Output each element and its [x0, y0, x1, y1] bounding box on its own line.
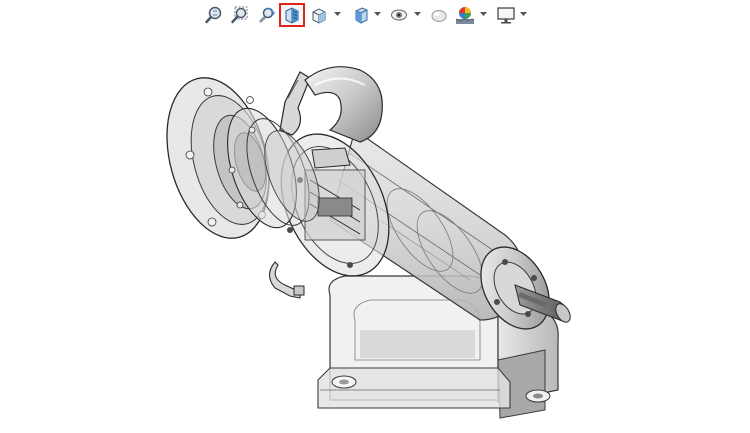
graphics-area[interactable]	[0, 30, 750, 433]
hide-show-dropdown[interactable]	[414, 9, 421, 19]
magnifier-area-icon	[231, 6, 248, 24]
view-settings-dropdown[interactable]	[520, 9, 527, 19]
dynamic-annotation-dropdown[interactable]	[334, 9, 341, 19]
view-orientation-icon	[355, 7, 368, 24]
dynamic-annotation-icon	[312, 8, 326, 24]
assembly-model[interactable]	[0, 30, 750, 433]
chevron-down-icon	[334, 11, 341, 16]
chevron-down-icon	[480, 11, 487, 16]
apply-scene-button[interactable]	[453, 4, 477, 26]
section-view-button[interactable]	[279, 3, 305, 27]
view-orientation-dropdown[interactable]	[374, 9, 381, 19]
heads-up-view-toolbar	[0, 0, 750, 30]
chevron-down-icon	[414, 11, 421, 16]
zoom-to-area-button[interactable]	[229, 4, 251, 26]
appearance-icon	[431, 10, 447, 22]
dynamic-annotation-views-button[interactable]	[308, 4, 330, 26]
volute-elbow[interactable]	[304, 66, 383, 143]
chevron-down-icon	[374, 11, 381, 16]
previous-view-icon	[259, 7, 276, 23]
scene-icon	[455, 7, 475, 24]
edit-appearance-button[interactable]	[428, 4, 450, 26]
view-orientation-button[interactable]	[350, 4, 372, 26]
eye-icon	[391, 9, 407, 21]
zoom-to-fit-button[interactable]	[203, 4, 225, 26]
section-view-icon	[285, 7, 299, 24]
hide-show-items-button[interactable]	[388, 4, 410, 26]
view-settings-button[interactable]	[495, 4, 517, 26]
monitor-icon	[497, 7, 515, 24]
chevron-down-icon	[520, 11, 527, 16]
apply-scene-dropdown[interactable]	[480, 9, 487, 19]
magnifier-fit-icon	[205, 6, 222, 24]
previous-view-button[interactable]	[255, 4, 277, 26]
